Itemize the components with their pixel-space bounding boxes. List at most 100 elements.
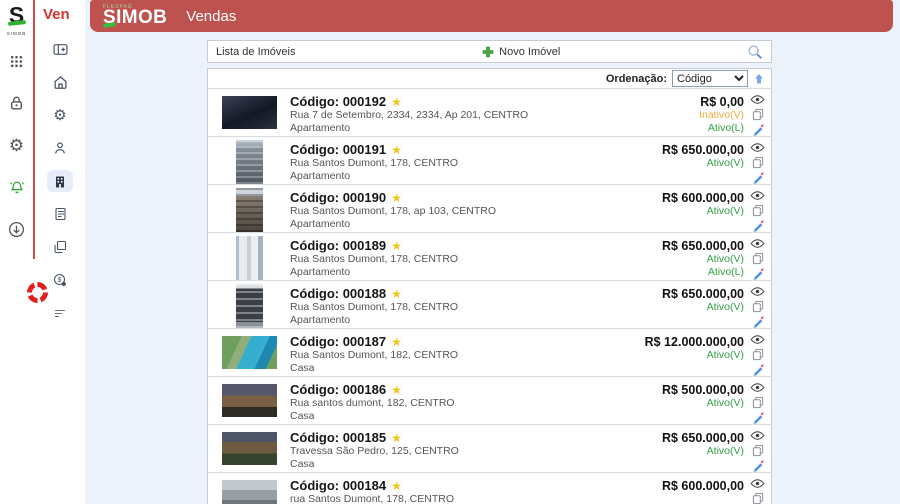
property-photo[interactable]: [221, 384, 277, 417]
eye-icon[interactable]: [750, 93, 766, 106]
property-row: Código: 000188 ★ Rua Santos Dumont, 178,…: [208, 281, 771, 329]
copy-icon[interactable]: [750, 252, 766, 265]
new-property-button[interactable]: Novo Imóvel: [295, 46, 747, 58]
copy-icon[interactable]: [750, 300, 766, 313]
gear-icon[interactable]: ⚙: [47, 104, 73, 126]
pencil-icon[interactable]: [750, 411, 766, 424]
property-info: Código: 000188 ★ Rua Santos Dumont, 178,…: [290, 281, 636, 328]
property-info: Código: 000190 ★ Rua Santos Dumont, 178,…: [290, 185, 636, 232]
sort-up-icon[interactable]: [753, 73, 765, 85]
property-address: rua Santos Dumont, 178, CENTRO: [290, 493, 454, 504]
thumbnail-cell: [208, 473, 290, 504]
plus-icon: [482, 46, 494, 57]
status-list: Ativo(V): [707, 397, 744, 410]
eye-icon[interactable]: [750, 237, 766, 250]
copy-icon[interactable]: [750, 444, 766, 457]
star-icon: ★: [391, 94, 402, 109]
list-lines-icon[interactable]: [47, 302, 73, 324]
eye-icon[interactable]: [750, 141, 766, 154]
property-address: Rua Santos Dumont, 178, ap 103, CENTRO: [290, 205, 497, 217]
ordering-label: Ordenação:: [605, 72, 667, 85]
copy-icon[interactable]: [750, 348, 766, 361]
price-status-cell: R$ 650.000,00 Ativo(V): [636, 137, 744, 184]
status-label: Ativo(V): [706, 157, 744, 169]
property-row: Código: 000185 ★ Travessa São Pedro, 125…: [208, 425, 771, 473]
gear-icon[interactable]: ⚙: [8, 136, 26, 154]
property-photo[interactable]: [235, 235, 263, 280]
eye-icon[interactable]: [750, 285, 766, 298]
property-price: R$ 500.000,00: [661, 383, 744, 397]
app-window: S SIMOB ⚙ Ven ⚙ $ FLEXPAG SIMOB Vendas L…: [0, 0, 900, 504]
home-icon[interactable]: [47, 71, 73, 93]
pages-icon[interactable]: [47, 236, 73, 258]
property-address: Rua Santos Dumont, 178, CENTRO: [290, 301, 459, 313]
copy-icon[interactable]: [750, 396, 766, 409]
search-icon[interactable]: [747, 44, 763, 60]
property-info: Código: 000184 ★ rua Santos Dumont, 178,…: [290, 473, 636, 504]
pencil-icon[interactable]: [750, 123, 766, 136]
price-status-cell: R$ 0,00 Inativo(V) Ativo(L): [636, 89, 744, 136]
bell-icon[interactable]: [8, 178, 26, 196]
eye-icon[interactable]: [750, 189, 766, 202]
property-code: Código: 000188: [290, 286, 387, 301]
property-type: Apartamento: [290, 122, 351, 134]
apps-grid-icon[interactable]: [8, 52, 26, 70]
status-list: Ativo(V) Ativo(L): [707, 253, 744, 279]
thumbnail-cell: [208, 329, 290, 376]
pencil-icon[interactable]: [750, 315, 766, 328]
property-info: Código: 000189 ★ Rua Santos Dumont, 178,…: [290, 233, 636, 280]
pencil-icon[interactable]: [750, 363, 766, 376]
pencil-icon[interactable]: [750, 459, 766, 472]
star-icon: ★: [391, 334, 402, 349]
page-title: Vendas: [186, 7, 237, 25]
status-label: Ativo(V): [706, 349, 744, 361]
property-row: Código: 000186 ★ Rua santos dumont, 182,…: [208, 377, 771, 425]
status-list: Ativo(V): [707, 205, 744, 218]
star-icon: ★: [391, 478, 402, 493]
star-icon: ★: [391, 286, 402, 301]
price-status-cell: R$ 650.000,00 Ativo(V): [636, 425, 744, 472]
property-list-panel: Ordenação: Código Código: 000192 ★ Rua 7…: [207, 68, 772, 504]
status-label: Ativo(V): [706, 445, 744, 457]
status-list: Ativo(V): [707, 445, 744, 458]
eye-icon[interactable]: [750, 381, 766, 394]
download-circle-icon[interactable]: [8, 220, 26, 238]
copy-icon[interactable]: [750, 492, 766, 504]
star-icon: ★: [391, 190, 402, 205]
lifebuoy-icon[interactable]: [27, 282, 48, 303]
pencil-icon[interactable]: [750, 171, 766, 184]
lock-icon[interactable]: [8, 94, 26, 112]
copy-icon[interactable]: [750, 108, 766, 121]
pencil-icon[interactable]: [750, 219, 766, 232]
ordering-select[interactable]: Código: [672, 70, 748, 87]
property-photo[interactable]: [221, 336, 277, 369]
property-type: Apartamento: [290, 314, 351, 326]
document-icon[interactable]: [47, 203, 73, 225]
copy-icon[interactable]: [750, 156, 766, 169]
property-photo[interactable]: [221, 96, 277, 129]
panel-plus-icon[interactable]: [47, 38, 73, 60]
star-icon: ★: [391, 238, 402, 253]
star-icon: ★: [391, 430, 402, 445]
module-label: Ven: [43, 6, 70, 23]
property-info: Código: 000192 ★ Rua 7 de Setembro, 2334…: [290, 89, 636, 136]
property-code: Código: 000185: [290, 430, 387, 445]
property-photo[interactable]: [235, 283, 263, 328]
sidebar-divider: [33, 0, 35, 259]
copy-icon[interactable]: [750, 204, 766, 217]
user-icon[interactable]: [47, 137, 73, 159]
eye-icon[interactable]: [750, 429, 766, 442]
property-photo[interactable]: [221, 432, 277, 465]
building-icon[interactable]: [47, 170, 73, 192]
property-info: Código: 000191 ★ Rua Santos Dumont, 178,…: [290, 137, 636, 184]
pencil-icon[interactable]: [750, 267, 766, 280]
row-actions: [744, 89, 771, 136]
coin-icon[interactable]: $: [47, 269, 73, 291]
thumbnail-cell: [208, 233, 290, 280]
property-photo[interactable]: [221, 480, 277, 504]
eye-icon[interactable]: [750, 477, 766, 490]
property-photo[interactable]: [235, 187, 263, 232]
eye-icon[interactable]: [750, 333, 766, 346]
simob-logo: S SIMOB: [7, 4, 27, 36]
property-photo[interactable]: [235, 139, 263, 184]
